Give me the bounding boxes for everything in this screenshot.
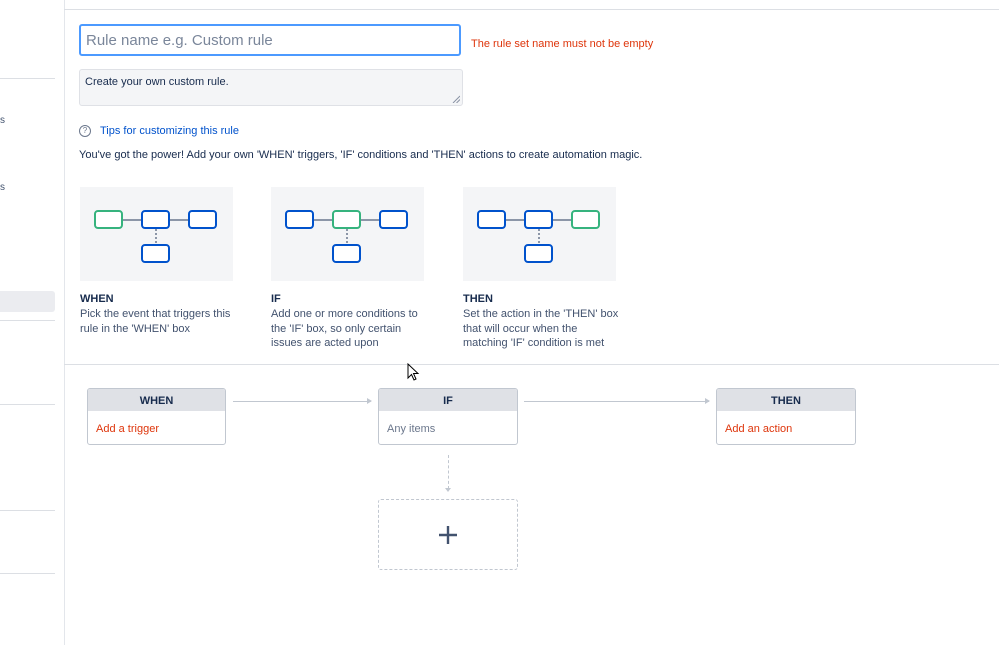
left-sidebar: s s xyxy=(0,0,65,645)
tips-link-label: Tips for customizing this rule xyxy=(100,125,239,137)
if-box-header: IF xyxy=(379,389,517,411)
if-to-then-arrow xyxy=(524,398,710,404)
then-card-title: THEN xyxy=(463,293,493,305)
section-divider xyxy=(64,364,999,365)
if-condition-value: Any items xyxy=(387,423,436,435)
if-card-title: IF xyxy=(271,293,281,305)
rule-description-text: Create your own custom rule. xyxy=(85,76,229,88)
if-card-line: the 'IF' box, so only certain xyxy=(271,322,402,335)
rule-description-field[interactable]: Create your own custom rule. xyxy=(79,69,463,106)
resize-grip-icon[interactable] xyxy=(452,95,460,103)
when-box: WHEN Add a trigger xyxy=(87,388,226,445)
sidebar-item-fragment[interactable]: s xyxy=(0,182,5,193)
header-divider xyxy=(64,9,999,10)
mouse-cursor-icon xyxy=(407,363,420,381)
if-diagram xyxy=(271,187,424,281)
intro-text: You've got the power! Add your own 'WHEN… xyxy=(79,149,643,161)
add-connector-arrowhead xyxy=(445,488,451,492)
then-card-description: Set the action in the 'THEN' box that wi… xyxy=(463,307,623,351)
rule-name-input[interactable] xyxy=(79,24,461,56)
sidebar-item-selected[interactable] xyxy=(0,291,55,312)
then-card-line: matching 'IF' condition is met xyxy=(463,337,605,349)
add-action-link[interactable]: Add an action xyxy=(725,423,792,435)
then-box: THEN Add an action xyxy=(716,388,856,445)
when-card-description: Pick the event that triggers this rule i… xyxy=(80,307,240,336)
if-card-line: issues are acted upon xyxy=(271,337,379,349)
sidebar-divider xyxy=(0,404,55,405)
plus-icon xyxy=(439,525,457,544)
if-box[interactable]: IF Any items xyxy=(378,388,518,445)
then-card-line: Set the action in the 'THEN' box xyxy=(463,308,619,320)
when-card-line: rule in the 'WHEN' box xyxy=(80,322,190,335)
if-card-line: Add one or more conditions to xyxy=(271,308,418,320)
when-card-title: WHEN xyxy=(80,293,114,305)
add-trigger-link[interactable]: Add a trigger xyxy=(96,423,159,435)
then-box-header: THEN xyxy=(717,389,855,411)
sidebar-divider xyxy=(0,573,55,574)
sidebar-divider xyxy=(0,510,55,511)
when-card-line: Pick the event that triggers this xyxy=(80,308,231,320)
when-to-if-arrow xyxy=(233,398,372,404)
question-circle-icon: ? xyxy=(79,125,91,137)
validation-error: The rule set name must not be empty xyxy=(471,38,654,50)
add-component-button[interactable] xyxy=(378,499,518,570)
sidebar-item-fragment[interactable]: s xyxy=(0,115,5,126)
then-diagram xyxy=(463,187,616,281)
sidebar-divider xyxy=(0,320,55,321)
sidebar-divider xyxy=(0,78,55,79)
when-box-header: WHEN xyxy=(88,389,225,411)
when-diagram xyxy=(80,187,233,281)
if-card-description: Add one or more conditions to the 'IF' b… xyxy=(271,307,431,351)
add-connector-line xyxy=(448,455,449,489)
tips-link[interactable]: ? Tips for customizing this rule xyxy=(79,125,239,137)
then-card-line: that will occur when the xyxy=(463,322,578,335)
